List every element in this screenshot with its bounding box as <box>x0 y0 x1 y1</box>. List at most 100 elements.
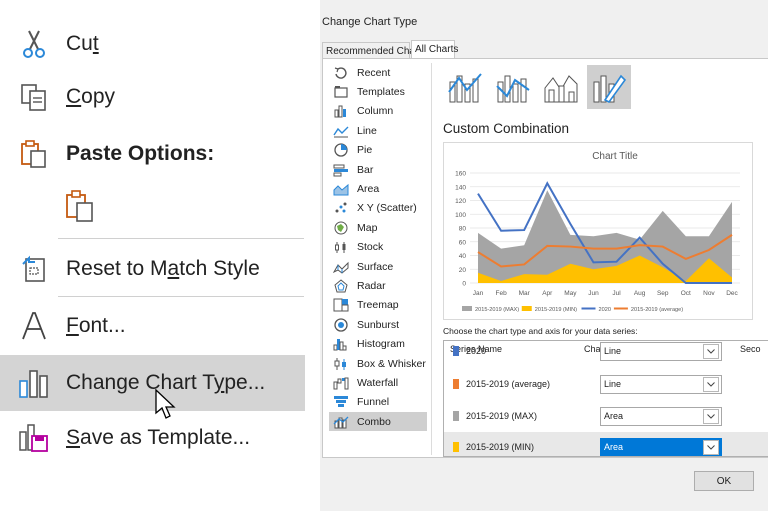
combo-variant-custom[interactable] <box>587 65 631 109</box>
divider <box>431 63 432 455</box>
series-row: 2015-2019 (average) Line <box>444 369 768 400</box>
series-row: 2015-2019 (MIN) Area <box>444 432 768 456</box>
box-whisker-icon <box>333 357 349 371</box>
chart-type-label: Radar <box>357 279 386 292</box>
legend-swatch <box>462 306 472 311</box>
combo-variant-clustered-column-line[interactable] <box>443 65 487 109</box>
series-name: 2020 <box>466 346 487 356</box>
chart-type-dropdown[interactable]: Area <box>600 438 722 456</box>
menu-item-reset-style[interactable]: Reset to Match Style <box>0 243 305 295</box>
y-tick-label: 120 <box>455 198 466 205</box>
chart-type-dropdown[interactable]: Area <box>600 407 722 426</box>
chart-type-dropdown[interactable]: Line <box>600 375 722 394</box>
chevron-down-icon[interactable] <box>703 377 719 392</box>
x-tick-label: Aug <box>634 290 646 297</box>
ok-button[interactable]: OK <box>694 471 754 491</box>
x-tick-label: Feb <box>495 290 507 297</box>
recent-icon <box>333 66 349 80</box>
legend-label: 2015-2019 (MIN) <box>535 307 577 313</box>
y-tick-label: 60 <box>459 239 467 246</box>
menu-label-copy: Copy <box>66 85 116 108</box>
chart-type-histogram[interactable]: Histogram <box>329 335 427 354</box>
menu-item-cut[interactable]: Cut <box>0 18 305 70</box>
chart-type-label: Area <box>357 182 380 195</box>
x-tick-label: May <box>564 290 577 297</box>
series-color-swatch <box>453 442 459 452</box>
menu-label-paste-options: Paste Options: <box>66 142 215 165</box>
y-tick-label: 20 <box>459 267 467 274</box>
chart-type-combo[interactable]: Combo <box>329 412 427 432</box>
menu-item-change-chart-type[interactable]: Change Chart Type... <box>0 355 305 419</box>
chart-type-label: Bar <box>357 163 374 176</box>
y-tick-label: 140 <box>455 184 466 191</box>
chart-title: Chart Title <box>592 151 638 162</box>
waterfall-icon <box>333 376 349 390</box>
menu-item-font[interactable]: Font... <box>0 300 305 352</box>
chart-type-treemap[interactable]: Treemap <box>329 296 427 315</box>
chart-type-pie[interactable]: Pie <box>329 141 427 160</box>
combo-variant-column-line-secondary[interactable] <box>491 65 535 109</box>
chart-type-waterfall[interactable]: Waterfall <box>329 373 427 392</box>
series-name: 2015-2019 (MAX) <box>466 411 538 421</box>
chart-type-column[interactable]: Column <box>329 102 427 121</box>
chart-type-radar[interactable]: Radar <box>329 276 427 295</box>
chart-type-dropdown[interactable]: Line <box>600 342 722 361</box>
chart-type-label: Histogram <box>357 338 405 351</box>
chart-type-label: Stock <box>357 241 384 254</box>
series-color-swatch <box>453 346 459 356</box>
chart-type-stock[interactable]: Stock <box>329 238 427 257</box>
chevron-down-icon[interactable] <box>703 344 719 359</box>
chevron-down-icon[interactable] <box>703 440 719 455</box>
series-name: 2015-2019 (MIN) <box>466 442 535 452</box>
radar-icon <box>333 279 349 293</box>
series-caption: Choose the chart type and axis for your … <box>443 326 638 336</box>
font-icon <box>18 309 50 343</box>
series-table: Series Name Chart Type Seco 2020Line2015… <box>443 340 768 457</box>
chart-type-bar[interactable]: Bar <box>329 160 427 179</box>
scissors-icon <box>18 27 50 61</box>
all-charts-panel: Recent Templates Column Line Pie Bar Area X Y (… <box>322 58 768 458</box>
y-tick-label: 0 <box>462 281 466 288</box>
menu-item-copy[interactable]: Copy <box>0 71 305 123</box>
combo-variant-stacked-area-column[interactable] <box>539 65 583 109</box>
line-icon <box>333 124 349 138</box>
chart-type-funnel[interactable]: Funnel <box>329 393 427 412</box>
chart-type-x-y-scatter[interactable]: X Y (Scatter) <box>329 199 427 218</box>
chart-type-label: Line <box>357 124 377 137</box>
series-name: 2015-2019 (average) <box>466 379 551 389</box>
chart-type-recent[interactable]: Recent <box>329 63 427 82</box>
chart-type-area[interactable]: Area <box>329 179 427 198</box>
paste-keep-source-icon <box>64 189 96 223</box>
x-tick-label: Jun <box>588 290 599 297</box>
menu-label-save-template: Save as Template... <box>66 426 251 449</box>
change-chart-type-dialog: Change Chart Type Recommended Charts All… <box>320 0 768 511</box>
x-tick-label: Dec <box>726 290 738 297</box>
chart-type-label: Funnel <box>357 396 390 409</box>
chart-type-label: Map <box>357 221 378 234</box>
dialog-title: Change Chart Type <box>322 16 418 28</box>
funnel-icon <box>333 395 349 409</box>
tab-recommended-charts[interactable]: Recommended Charts <box>322 42 426 58</box>
chart-type-label: Box & Whisker <box>357 357 426 370</box>
combo-icon <box>333 415 349 429</box>
tab-all-charts[interactable]: All Charts <box>411 40 458 58</box>
chart-type-icon <box>18 366 50 400</box>
chevron-down-icon[interactable] <box>703 409 719 424</box>
menu-item-save-template[interactable]: Save as Template... <box>0 412 305 464</box>
y-tick-label: 100 <box>455 212 466 219</box>
chart-type-label: Column <box>357 105 394 118</box>
chart-type-line[interactable]: Line <box>329 121 427 140</box>
x-tick-label: Oct <box>681 290 691 297</box>
chart-type-templates[interactable]: Templates <box>329 82 427 101</box>
chart-type-label: Recent <box>357 66 391 79</box>
paste-keep-source-button[interactable] <box>0 180 140 232</box>
chart-type-surface[interactable]: Surface <box>329 257 427 276</box>
menu-separator <box>58 296 304 297</box>
x-tick-label: Jan <box>473 290 484 297</box>
section-title: Custom Combination <box>443 121 570 136</box>
legend-label: 2015-2019 (MAX) <box>475 307 519 313</box>
save-template-icon <box>18 421 50 455</box>
chart-type-box-whisker[interactable]: Box & Whisker <box>329 354 427 373</box>
chart-type-sunburst[interactable]: Sunburst <box>329 315 427 334</box>
chart-type-map[interactable]: Map <box>329 218 427 237</box>
